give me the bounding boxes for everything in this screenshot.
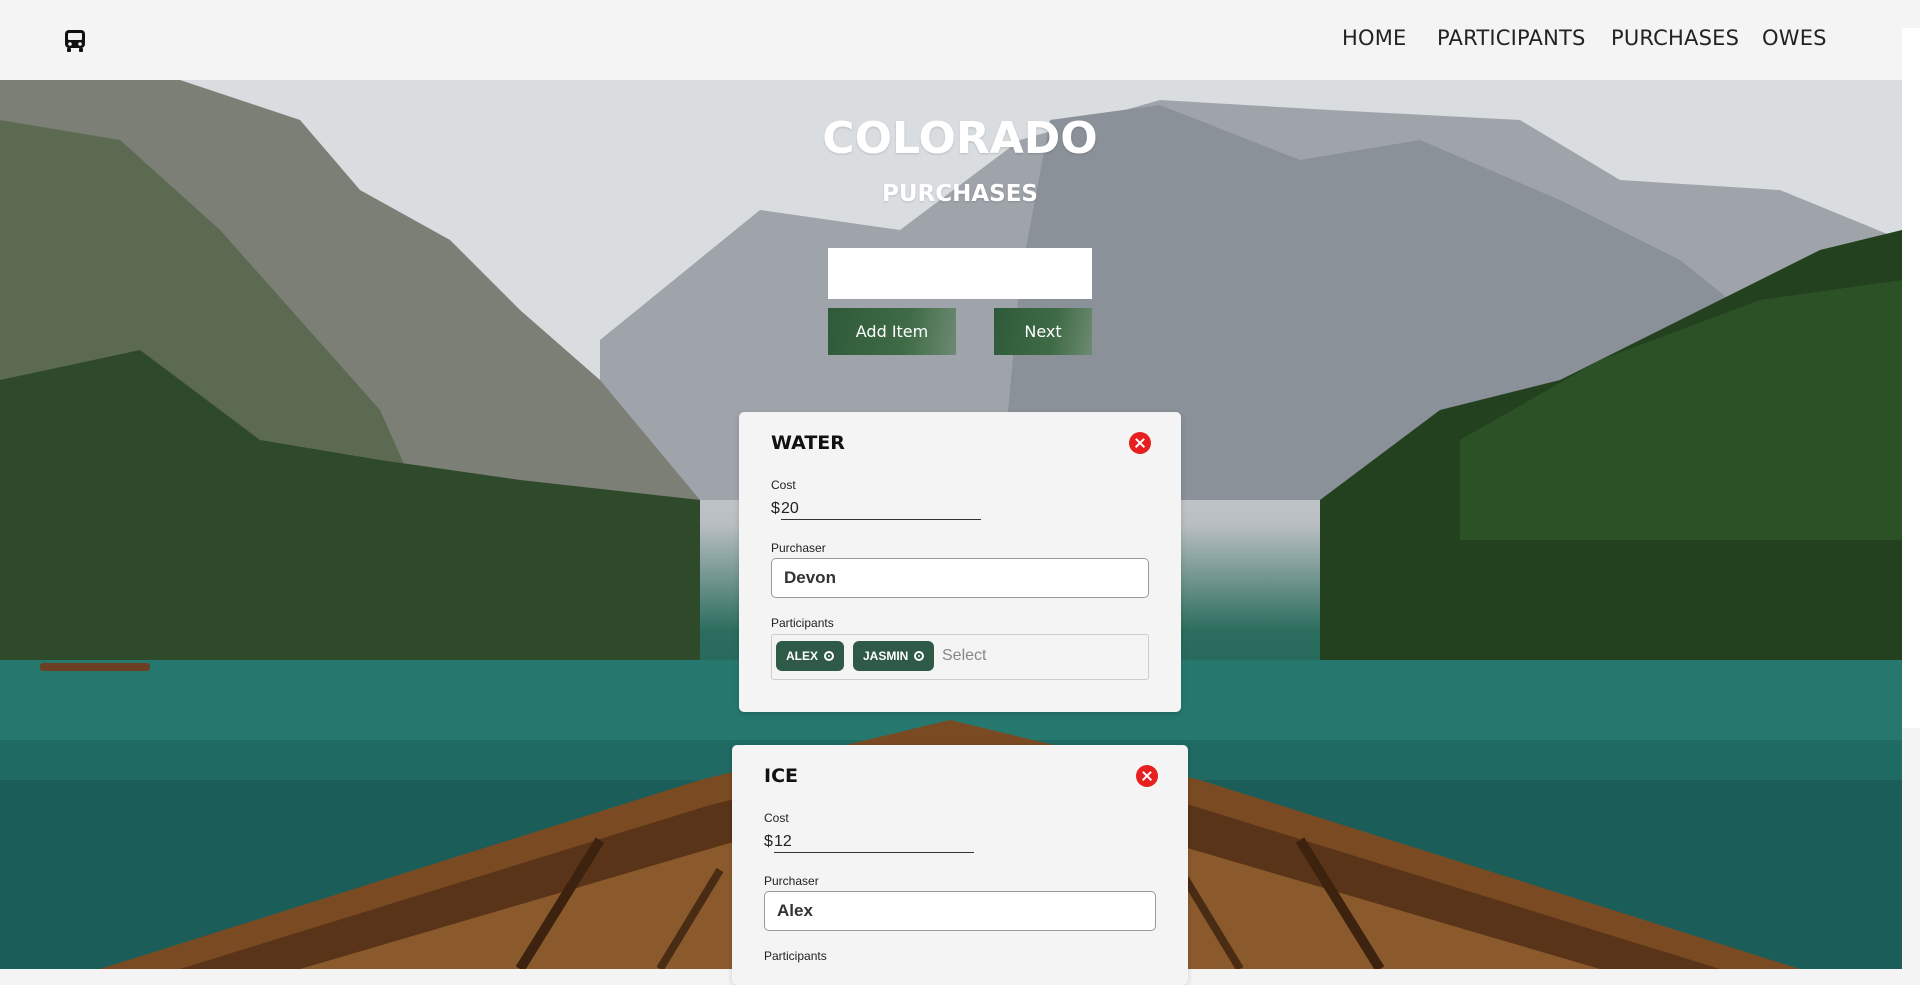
select-placeholder[interactable]: Select (942, 647, 986, 665)
purchase-name: WATER (771, 432, 845, 454)
participants-label: Participants (771, 616, 834, 630)
participants-multiselect[interactable]: ALEX JASMIN Select (771, 634, 1149, 680)
participant-chip-label: JASMIN (863, 649, 909, 663)
add-item-button[interactable]: Add Item (828, 308, 956, 355)
page-subtitle: PURCHASES (881, 181, 1038, 207)
next-button[interactable]: Next (994, 308, 1092, 355)
nav-purchases-link[interactable]: PURCHASES (1611, 26, 1739, 50)
participant-chip-label: ALEX (786, 649, 819, 663)
remove-chip-icon[interactable] (914, 651, 925, 661)
participant-chip[interactable]: ALEX (776, 641, 845, 671)
purchaser-select[interactable] (771, 558, 1149, 598)
close-icon[interactable] (1129, 432, 1151, 454)
navbar: HOME PARTICIPANTS PURCHASES OWES (0, 0, 1902, 80)
bus-icon[interactable] (62, 28, 88, 54)
participant-chip[interactable]: JASMIN (853, 641, 935, 671)
cost-currency: $ (764, 833, 773, 850)
item-name-input[interactable] (828, 248, 1092, 299)
purchase-name: ICE (764, 765, 798, 787)
nav-participants-link[interactable]: PARTICIPANTS (1437, 26, 1586, 50)
purchaser-label: Purchaser (764, 874, 819, 888)
purchaser-select[interactable] (764, 891, 1156, 931)
cost-input[interactable] (781, 499, 981, 520)
cost-label: Cost (764, 811, 789, 825)
cost-input[interactable] (774, 832, 974, 853)
purchase-card: WATER Cost $ Purchaser Participants ALEX… (739, 412, 1181, 712)
page-title: COLORADO (822, 113, 1098, 164)
participants-label: Participants (764, 949, 827, 963)
purchaser-label: Purchaser (771, 541, 826, 555)
cost-currency: $ (771, 500, 780, 517)
nav-owes-link[interactable]: OWES (1762, 26, 1827, 50)
nav-home-link[interactable]: HOME (1342, 26, 1407, 50)
close-icon[interactable] (1136, 765, 1158, 787)
purchase-card: ICE Cost $ Purchaser Participants (732, 745, 1188, 985)
cost-label: Cost (771, 478, 796, 492)
remove-chip-icon[interactable] (824, 651, 835, 661)
